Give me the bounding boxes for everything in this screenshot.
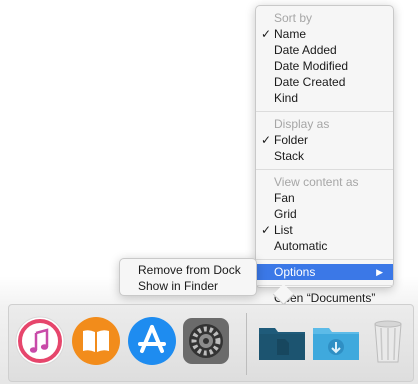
menu-item-date-added[interactable]: Date Added <box>256 42 393 58</box>
menu-item-label: Folder <box>274 133 309 147</box>
dock <box>8 304 414 382</box>
menu-item-label: Date Modified <box>274 59 349 73</box>
dock-folder-context-menu: Sort by ✓ Name Date Added Date Modified … <box>255 5 394 305</box>
menu-item-grid[interactable]: Grid <box>256 206 393 222</box>
menu-item-options[interactable]: Options ▶ <box>256 264 393 280</box>
documents-folder-icon[interactable] <box>255 314 309 368</box>
itunes-icon[interactable] <box>13 314 67 368</box>
options-submenu: Remove from Dock Show in Finder <box>119 258 257 296</box>
ibooks-icon[interactable] <box>69 314 123 368</box>
view-content-as-header: View content as <box>274 175 359 189</box>
menu-item-remove-from-dock[interactable]: Remove from Dock <box>120 262 256 278</box>
checkmark-icon: ✓ <box>261 133 272 147</box>
menu-item-label: Options <box>274 265 316 279</box>
menu-item-show-in-finder[interactable]: Show in Finder <box>120 278 256 294</box>
menu-separator <box>256 111 393 112</box>
menu-item-label: Show in Finder <box>138 279 219 293</box>
menu-item-label: Name <box>274 27 307 41</box>
app-store-icon[interactable] <box>125 314 179 368</box>
menu-item-automatic[interactable]: Automatic <box>256 238 393 254</box>
menu-separator <box>256 259 393 260</box>
dock-divider <box>246 313 247 375</box>
menu-item-label: Fan <box>274 191 295 205</box>
menu-item-folder[interactable]: ✓ Folder <box>256 132 393 148</box>
menu-item-name[interactable]: ✓ Name <box>256 26 393 42</box>
menu-item-label: Stack <box>274 149 305 163</box>
display-as-header: Display as <box>274 117 330 131</box>
menu-item-date-created[interactable]: Date Created <box>256 74 393 90</box>
menu-item-label: Kind <box>274 91 299 105</box>
submenu-arrow-icon: ▶ <box>376 267 383 277</box>
menu-item-label: Date Created <box>274 75 346 89</box>
sort-by-header: Sort by <box>274 11 313 25</box>
menu-item-label: Remove from Dock <box>138 263 241 277</box>
menu-item-date-modified[interactable]: Date Modified <box>256 58 393 74</box>
menu-item-label: Grid <box>274 207 297 221</box>
checkmark-icon: ✓ <box>261 223 272 237</box>
menu-item-stack[interactable]: Stack <box>256 148 393 164</box>
downloads-folder-icon[interactable] <box>309 314 363 368</box>
menu-item-list[interactable]: ✓ List <box>256 222 393 238</box>
trash-icon[interactable] <box>361 314 415 368</box>
menu-item-label: List <box>274 223 293 237</box>
menu-item-label: Date Added <box>274 43 337 57</box>
menu-item-fan[interactable]: Fan <box>256 190 393 206</box>
checkmark-icon: ✓ <box>261 27 272 41</box>
system-preferences-icon[interactable] <box>179 314 233 368</box>
menu-item-kind[interactable]: Kind <box>256 90 393 106</box>
menu-separator <box>256 285 393 286</box>
menu-item-label: Automatic <box>274 239 328 253</box>
menu-separator <box>256 169 393 170</box>
